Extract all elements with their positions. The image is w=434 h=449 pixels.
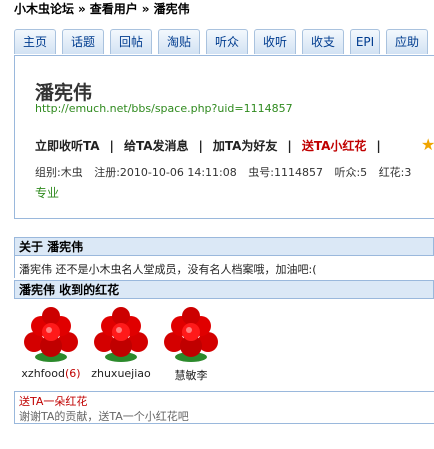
tab-listeners[interactable]: 听众 [206,29,248,54]
about-section: 关于 潘宪伟 潘宪伟 还不是小木虫名人堂成员，没有名人档案哦，加油吧:( [14,237,434,278]
add-friend-button[interactable]: 加TA为好友 [213,139,278,153]
register-date: 注册:2010-10-06 14:11:08 [94,166,237,179]
flower-item[interactable]: xzhfood(6) [18,304,84,380]
user-name: 潘宪伟 [35,82,93,104]
tab-help[interactable]: 应助 [386,29,428,54]
message-button[interactable]: 给TA发消息 [124,139,189,153]
tab-topics[interactable]: 话题 [62,29,104,54]
user-group: 组别:木虫 [35,166,83,179]
profile-url-link[interactable]: http://emuch.net/bbs/space.php?uid=11148… [35,102,293,115]
user-id: 虫号:1114857 [248,166,323,179]
breadcrumb-separator: » [141,2,150,16]
listener-count: 听众:5 [334,166,368,179]
user-major: 专业 [35,186,60,200]
tab-income[interactable]: 收支 [302,29,344,54]
breadcrumb-current: 潘宪伟 [153,2,190,16]
flower-sender-name: xzhfood [21,367,65,380]
about-header: 关于 潘宪伟 [14,237,434,256]
flower-item[interactable]: 慧敏李 [158,304,224,383]
received-flowers-header: 潘宪伟 收到的红花 [14,280,434,299]
breadcrumb-separator: » [78,2,86,16]
action-separator: | [287,139,292,153]
action-separator: | [376,139,381,153]
tab-replies[interactable]: 回帖 [110,29,152,54]
tab-saved-posts[interactable]: 淘贴 [158,29,200,54]
star-icon[interactable]: ★ [421,135,434,154]
rose-bouquet-icon [164,307,218,362]
action-separator: | [198,139,203,153]
action-bar: 立即收听TA | 给TA发消息 | 加TA为好友 | 送TA小红花 | [35,137,391,154]
tab-following[interactable]: 收听 [254,29,296,54]
profile-tabs: 主页 话题 回帖 淘贴 听众 收听 收支 EPI 应助 [14,29,434,56]
send-flower-description: 谢谢TA的贡献，送TA一个小红花吧 [19,410,189,423]
rose-bouquet-icon [94,307,148,362]
about-text: 潘宪伟 还不是小木虫名人堂成员，没有名人档案哦，加油吧:( [14,256,434,278]
rose-bouquet-icon [24,307,78,362]
flower-sender-name: zhuxuejiao [91,367,151,380]
received-flowers-section: 潘宪伟 收到的红花 [14,280,434,299]
flower-count: 红花:3 [378,166,412,179]
tab-epi[interactable]: EPI [350,29,380,54]
breadcrumb-section-link[interactable]: 查看用户 [90,2,138,16]
send-flower-link[interactable]: 送TA一朵红花 [19,393,87,409]
follow-button[interactable]: 立即收听TA [35,139,100,153]
breadcrumb-forum-link[interactable]: 小木虫论坛 [14,2,74,16]
flower-list: xzhfood(6) zhuxuejiao 慧敏李 [18,304,248,384]
send-flower-button[interactable]: 送TA小红花 [302,139,367,153]
send-flower-box: 送TA一朵红花 谢谢TA的贡献，送TA一个小红花吧 [14,391,434,424]
breadcrumb: 小木虫论坛» 查看用户» 潘宪伟 [14,0,190,17]
profile-card: 潘宪伟 http://emuch.net/bbs/space.php?uid=1… [14,56,434,219]
action-separator: | [109,139,114,153]
user-stats: 组别:木虫 注册:2010-10-06 14:11:08 虫号:1114857 … [35,164,419,180]
flower-sender-count: (6) [64,367,81,380]
tab-home[interactable]: 主页 [14,29,56,54]
flower-sender-name: 慧敏李 [174,369,208,382]
flower-item[interactable]: zhuxuejiao [88,304,154,380]
